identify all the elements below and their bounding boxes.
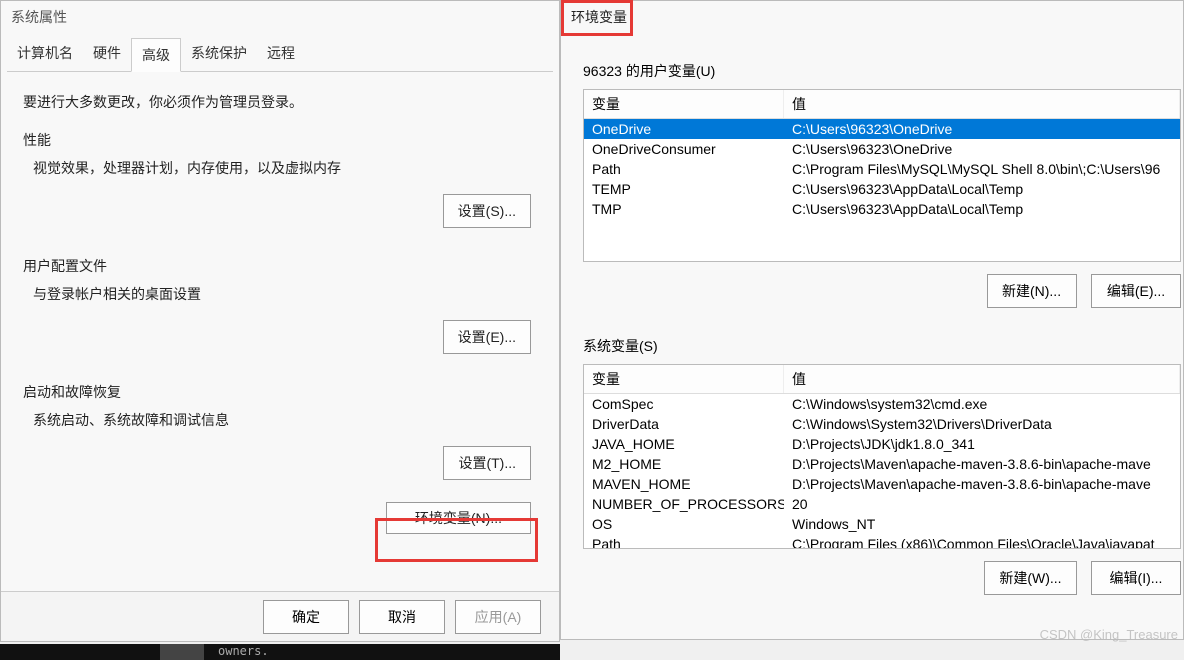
watermark: CSDN @King_Treasure	[1040, 627, 1178, 642]
highlight-env-title	[561, 0, 633, 36]
col-variable[interactable]: 变量	[584, 365, 784, 393]
environment-variables-window: 环境变量 96323 的用户变量(U) 变量 值 OneDriveC:\User…	[560, 0, 1184, 640]
performance-label: 性能	[23, 130, 537, 150]
var-value: C:\Windows\system32\cmd.exe	[784, 394, 1180, 414]
user-profile-label: 用户配置文件	[23, 256, 537, 276]
advanced-body: 要进行大多数更改，你必须作为管理员登录。 性能 视觉效果，处理器计划，内存使用，…	[1, 72, 559, 540]
var-name: DriverData	[584, 414, 784, 434]
var-value: Windows_NT	[784, 514, 1180, 534]
dialog-buttons: 确定 取消 应用(A)	[1, 591, 559, 641]
tab-remote[interactable]: 远程	[257, 37, 305, 71]
taskbar-chip	[160, 644, 204, 660]
var-value: C:\Users\96323\OneDrive	[784, 139, 1180, 159]
owners-text: owners.	[218, 644, 269, 658]
apply-button[interactable]: 应用(A)	[455, 600, 541, 634]
var-value: C:\Program Files (x86)\Common Files\Orac…	[784, 534, 1180, 549]
var-name: M2_HOME	[584, 454, 784, 474]
startup-desc: 系统启动、系统故障和调试信息	[33, 410, 537, 430]
var-value: D:\Projects\Maven\apache-maven-3.8.6-bin…	[784, 474, 1180, 494]
cancel-button[interactable]: 取消	[359, 600, 445, 634]
var-value: D:\Projects\JDK\jdk1.8.0_341	[784, 434, 1180, 454]
tab-advanced[interactable]: 高级	[131, 38, 181, 72]
col-value[interactable]: 值	[784, 90, 1180, 118]
sys-vars-header: 变量 值	[584, 365, 1180, 394]
tab-hardware[interactable]: 硬件	[83, 37, 131, 71]
sys-vars-buttons: 新建(W)... 编辑(I)...	[583, 561, 1181, 595]
var-name: Path	[584, 534, 784, 549]
table-row[interactable]: M2_HOMED:\Projects\Maven\apache-maven-3.…	[584, 454, 1180, 474]
col-value[interactable]: 值	[784, 365, 1180, 393]
table-row[interactable]: MAVEN_HOMED:\Projects\Maven\apache-maven…	[584, 474, 1180, 494]
highlight-env-button	[375, 518, 538, 562]
system-properties-window: 系统属性 计算机名 硬件 高级 系统保护 远程 要进行大多数更改，你必须作为管理…	[0, 0, 560, 642]
sys-edit-button[interactable]: 编辑(I)...	[1091, 561, 1181, 595]
user-new-button[interactable]: 新建(N)...	[987, 274, 1077, 308]
tab-system-protection[interactable]: 系统保护	[181, 37, 257, 71]
table-row[interactable]: DriverDataC:\Windows\System32\Drivers\Dr…	[584, 414, 1180, 434]
var-value: C:\Users\96323\AppData\Local\Temp	[784, 199, 1180, 219]
table-row[interactable]: PathC:\Program Files\MySQL\MySQL Shell 8…	[584, 159, 1180, 179]
table-row[interactable]: OneDriveConsumerC:\Users\96323\OneDrive	[584, 139, 1180, 159]
var-value: D:\Projects\Maven\apache-maven-3.8.6-bin…	[784, 454, 1180, 474]
user-vars-list[interactable]: 变量 值 OneDriveC:\Users\96323\OneDriveOneD…	[583, 89, 1181, 262]
var-value: 20	[784, 494, 1180, 514]
window-title: 系统属性	[1, 1, 559, 33]
var-name: MAVEN_HOME	[584, 474, 784, 494]
var-name: TEMP	[584, 179, 784, 199]
taskbar-strip: owners.	[0, 644, 560, 660]
performance-desc: 视觉效果，处理器计划，内存使用，以及虚拟内存	[33, 158, 537, 178]
table-row[interactable]: TEMPC:\Users\96323\AppData\Local\Temp	[584, 179, 1180, 199]
table-row[interactable]: PathC:\Program Files (x86)\Common Files\…	[584, 534, 1180, 549]
ok-button[interactable]: 确定	[263, 600, 349, 634]
user-profile-settings-button[interactable]: 设置(E)...	[443, 320, 531, 354]
sys-vars-list[interactable]: 变量 值 ComSpecC:\Windows\system32\cmd.exeD…	[583, 364, 1181, 549]
var-value: C:\Users\96323\AppData\Local\Temp	[784, 179, 1180, 199]
table-row[interactable]: ComSpecC:\Windows\system32\cmd.exe	[584, 394, 1180, 414]
tab-computer-name[interactable]: 计算机名	[7, 37, 83, 71]
sys-vars-label: 系统变量(S)	[583, 336, 1183, 356]
sys-new-button[interactable]: 新建(W)...	[984, 561, 1076, 595]
startup-group: 启动和故障恢复 系统启动、系统故障和调试信息 设置(T)...	[23, 382, 537, 480]
table-row[interactable]: TMPC:\Users\96323\AppData\Local\Temp	[584, 199, 1180, 219]
var-value: C:\Windows\System32\Drivers\DriverData	[784, 414, 1180, 434]
table-row[interactable]: OSWindows_NT	[584, 514, 1180, 534]
var-name: OS	[584, 514, 784, 534]
performance-group: 性能 视觉效果，处理器计划，内存使用，以及虚拟内存 设置(S)...	[23, 130, 537, 228]
startup-label: 启动和故障恢复	[23, 382, 537, 402]
user-vars-label: 96323 的用户变量(U)	[583, 61, 1183, 81]
var-name: Path	[584, 159, 784, 179]
user-vars-buttons: 新建(N)... 编辑(E)...	[583, 274, 1181, 308]
tabs-bar: 计算机名 硬件 高级 系统保护 远程	[7, 37, 553, 72]
admin-note: 要进行大多数更改，你必须作为管理员登录。	[23, 92, 537, 112]
table-row[interactable]: JAVA_HOMED:\Projects\JDK\jdk1.8.0_341	[584, 434, 1180, 454]
user-profile-desc: 与登录帐户相关的桌面设置	[33, 284, 537, 304]
var-name: TMP	[584, 199, 784, 219]
var-name: ComSpec	[584, 394, 784, 414]
startup-settings-button[interactable]: 设置(T)...	[443, 446, 531, 480]
user-vars-header: 变量 值	[584, 90, 1180, 119]
user-edit-button[interactable]: 编辑(E)...	[1091, 274, 1181, 308]
performance-settings-button[interactable]: 设置(S)...	[443, 194, 531, 228]
table-row[interactable]: OneDriveC:\Users\96323\OneDrive	[584, 119, 1180, 139]
user-profile-group: 用户配置文件 与登录帐户相关的桌面设置 设置(E)...	[23, 256, 537, 354]
col-variable[interactable]: 变量	[584, 90, 784, 118]
var-name: OneDriveConsumer	[584, 139, 784, 159]
table-row[interactable]: NUMBER_OF_PROCESSORS20	[584, 494, 1180, 514]
var-value: C:\Users\96323\OneDrive	[784, 119, 1180, 139]
var-name: OneDrive	[584, 119, 784, 139]
var-name: JAVA_HOME	[584, 434, 784, 454]
var-name: NUMBER_OF_PROCESSORS	[584, 494, 784, 514]
var-value: C:\Program Files\MySQL\MySQL Shell 8.0\b…	[784, 159, 1180, 179]
